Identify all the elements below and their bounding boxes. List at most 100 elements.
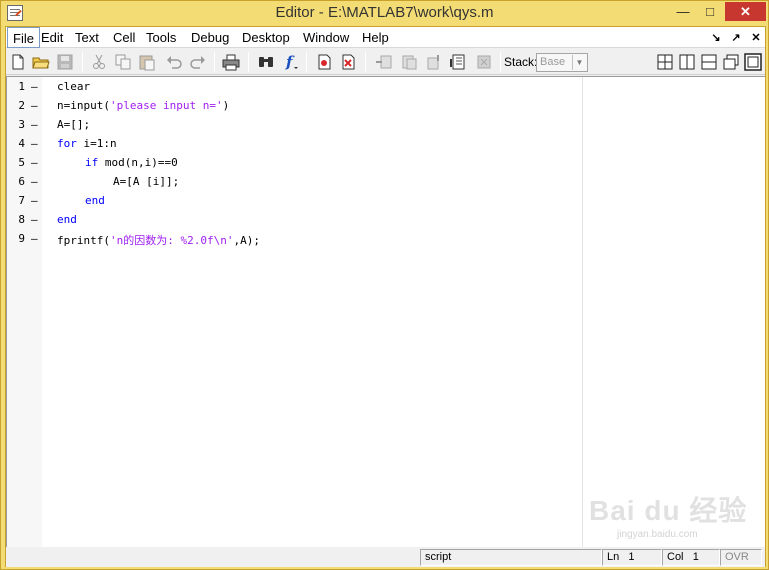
toolbar-separator: [214, 52, 215, 72]
code-line[interactable]: for i=1:n: [57, 137, 117, 150]
menu-text[interactable]: Text: [70, 27, 104, 48]
set-breakpoint-icon[interactable]: [316, 53, 334, 71]
tile-icon[interactable]: [656, 53, 674, 71]
col-label: Col: [667, 551, 684, 563]
line-number: 3: [18, 118, 25, 131]
code-line[interactable]: fprintf('n的因数为: %2.0f\n',A);: [57, 232, 260, 248]
code-line[interactable]: clear: [57, 80, 90, 93]
editor-window: Editor - E:\MATLAB7\work\qys.m — □ ✕ Fil…: [0, 0, 769, 570]
close-window-button[interactable]: ✕: [725, 2, 766, 21]
watermark-url: jingyan.baidu.com: [617, 529, 698, 540]
menu-bar: File Edit Text Cell Tools Debug Desktop …: [6, 27, 765, 48]
menu-cell[interactable]: Cell: [108, 27, 140, 48]
breakpoint-marker[interactable]: –: [31, 137, 38, 150]
open-folder-icon[interactable]: [32, 53, 50, 71]
split-horizontal-icon[interactable]: [700, 53, 718, 71]
code-line[interactable]: n=input('please input n='): [57, 99, 229, 112]
code-line[interactable]: end: [85, 194, 105, 207]
code-token: fprintf(: [57, 234, 110, 247]
keyword-token: if: [85, 156, 99, 169]
menu-tools[interactable]: Tools: [141, 27, 181, 48]
status-bar: script Ln 1 Col 1 OVR: [6, 548, 765, 567]
status-ovr: OVR: [720, 549, 762, 566]
code-token: A=[A [i]];: [113, 175, 180, 188]
keyword-token: end: [85, 194, 105, 207]
code-token: clear: [57, 80, 91, 93]
paste-icon[interactable]: [138, 53, 156, 71]
breakpoint-marker[interactable]: –: [31, 156, 38, 169]
close-document-icon[interactable]: ✕: [748, 30, 764, 46]
toolbar-separator: [248, 52, 249, 72]
menu-debug[interactable]: Debug: [186, 27, 234, 48]
save-icon[interactable]: [56, 53, 74, 71]
menu-edit[interactable]: Edit: [36, 27, 68, 48]
stack-value: Base: [540, 56, 566, 68]
maximize-icon[interactable]: [744, 53, 762, 71]
ln-value: 1: [628, 551, 635, 563]
code-line[interactable]: A=[A [i]];: [113, 175, 179, 188]
breakpoint-marker[interactable]: –: [31, 99, 38, 112]
dock-icon[interactable]: ↗: [728, 30, 744, 46]
breakpoint-marker[interactable]: –: [31, 80, 38, 93]
toolbar: f Stack: Base ▼: [6, 49, 765, 75]
undock-icon[interactable]: ↘: [708, 30, 724, 46]
code-token: ,A);: [233, 234, 260, 247]
line-number: 1: [18, 80, 25, 93]
split-vertical-icon[interactable]: [678, 53, 696, 71]
code-token: A=[];: [57, 118, 91, 131]
print-icon[interactable]: [222, 53, 240, 71]
step-in-icon[interactable]: [400, 53, 418, 71]
chevron-down-icon[interactable]: ▼: [572, 55, 586, 70]
keyword-token: end: [57, 213, 77, 226]
menu-desktop[interactable]: Desktop: [237, 27, 295, 48]
code-line[interactable]: A=[];: [57, 118, 90, 131]
code-token: ): [222, 99, 230, 112]
toolbar-separator: [500, 52, 501, 72]
title-bar[interactable]: Editor - E:\MATLAB7\work\qys.m — □ ✕: [1, 1, 768, 26]
line-number: 8: [18, 213, 25, 226]
run-icon[interactable]: [450, 53, 468, 71]
stack-label: Stack:: [504, 55, 538, 69]
menu-window[interactable]: Window: [298, 27, 354, 48]
ln-label: Ln: [607, 551, 620, 563]
find-icon[interactable]: [257, 53, 275, 71]
code-line[interactable]: end: [57, 213, 77, 226]
breakpoint-marker[interactable]: –: [31, 232, 38, 245]
redo-icon[interactable]: [189, 53, 207, 71]
breakpoint-marker[interactable]: –: [31, 213, 38, 226]
breakpoint-marker[interactable]: –: [31, 175, 38, 188]
line-number: 9: [18, 232, 25, 245]
float-icon[interactable]: [722, 53, 740, 71]
step-icon[interactable]: [375, 53, 393, 71]
exit-debug-icon[interactable]: [475, 53, 493, 71]
stack-dropdown[interactable]: Base ▼: [536, 53, 588, 72]
undo-icon[interactable]: [165, 53, 183, 71]
menu-file[interactable]: File: [7, 27, 40, 48]
svg-text:f: f: [285, 53, 295, 71]
code-token: mod(n,i)==0: [98, 156, 178, 169]
code-line[interactable]: if mod(n,i)==0: [85, 156, 178, 169]
window-title: Editor - E:\MATLAB7\work\qys.m: [275, 4, 494, 21]
menu-help[interactable]: Help: [357, 27, 394, 48]
line-number: 6: [18, 175, 25, 188]
line-number: 5: [18, 156, 25, 169]
copy-icon[interactable]: [114, 53, 132, 71]
step-out-icon[interactable]: [425, 53, 443, 71]
toolbar-separator: [82, 52, 83, 72]
maximize-button[interactable]: □: [697, 2, 723, 21]
code-token: n=input(: [57, 99, 110, 112]
code-editor[interactable]: 1– clear 2– n=input('please input n=') 3– A=[…: [6, 76, 765, 547]
keyword-token: for: [57, 137, 77, 150]
string-token: 'n的因数为: %2.0f\n': [109, 234, 234, 247]
cut-icon[interactable]: [90, 53, 108, 71]
breakpoint-marker[interactable]: –: [31, 194, 38, 207]
line-number: 4: [18, 137, 25, 150]
editor-client-area: File Edit Text Cell Tools Debug Desktop …: [5, 26, 766, 567]
status-column: Col 1: [662, 549, 720, 566]
clear-breakpoints-icon[interactable]: [340, 53, 358, 71]
minimize-button[interactable]: —: [670, 2, 696, 21]
breakpoint-marker[interactable]: –: [31, 118, 38, 131]
toolbar-separator: [306, 52, 307, 72]
new-file-icon[interactable]: [9, 53, 27, 71]
function-icon[interactable]: f: [282, 53, 300, 71]
